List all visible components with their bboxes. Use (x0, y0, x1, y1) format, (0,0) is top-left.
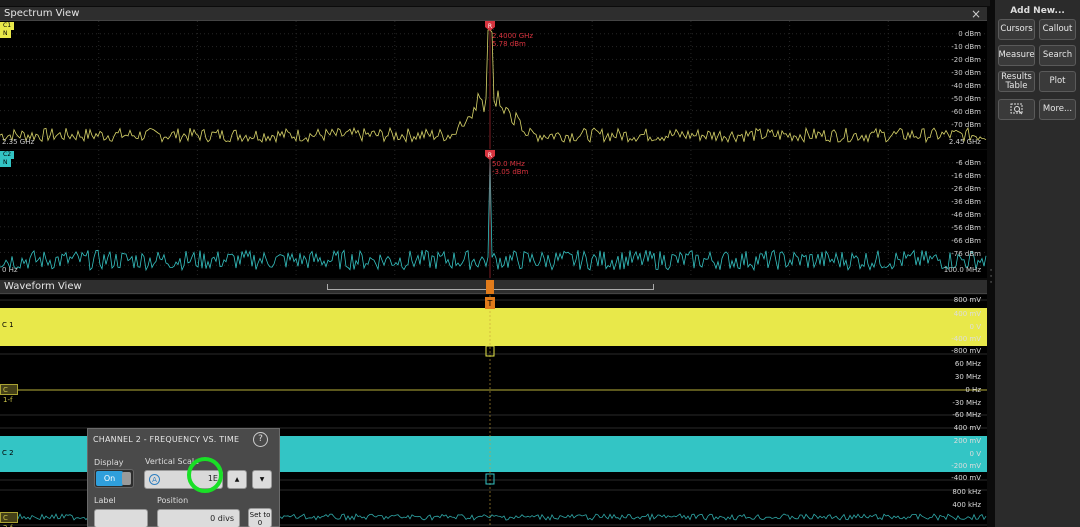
position-input[interactable]: 0 divs (157, 509, 240, 527)
add-new-sidebar: Add New... Cursors Callout Measure Searc… (995, 0, 1080, 527)
c1f-scale-0: 60 MHz (954, 360, 981, 368)
c1-scale-4: -800 mV (951, 347, 981, 355)
marker-freq-c1: 2.4000 GHz (492, 32, 534, 40)
waveform-view-header[interactable]: Waveform View (0, 280, 987, 294)
scale-c1-2: -20 dBm (951, 56, 981, 64)
c1f-scale-3: -30 MHz (952, 399, 981, 407)
c2-scale-1: 200 mV (953, 437, 981, 445)
dialog-title: CHANNEL 2 - FREQUENCY VS. TIME (93, 435, 240, 444)
marker-freq-c2: 50.0 MHz (492, 160, 525, 168)
scale-down-button[interactable]: ▼ (252, 470, 272, 489)
c1f-scale-2: 0 Hz (965, 386, 981, 394)
zoom-box-icon (1010, 103, 1022, 115)
spectrum-view-header[interactable]: Spectrum View × (0, 7, 987, 21)
scale-c2-0: -6 dBm (955, 159, 981, 167)
panel-splitter-handle[interactable]: · · · (988, 267, 994, 288)
scale-up-button[interactable]: ▲ (227, 470, 247, 489)
marker-letter: R (488, 23, 492, 30)
scale-c1-6: -60 dBm (951, 108, 981, 116)
channel2-config-dialog: CHANNEL 2 - FREQUENCY VS. TIME ? Display… (87, 428, 280, 527)
zoom-box-button[interactable] (998, 99, 1035, 120)
plot-button[interactable]: Plot (1039, 71, 1076, 92)
position-label: Position (157, 496, 189, 505)
channel-tag-c1-wave[interactable]: C 1 (0, 320, 23, 330)
scale-c2-3: -36 dBm (951, 198, 981, 206)
start-freq-c2: 0 Hz (2, 266, 18, 274)
scale-c1-5: -50 dBm (951, 95, 981, 103)
channel-tag-c2[interactable]: C2 (0, 151, 15, 159)
measure-button[interactable]: Measure (998, 45, 1035, 66)
scale-c1-1: -10 dBm (951, 43, 981, 51)
c1-scale-1: 400 mV (953, 310, 981, 318)
c2f-scale-0: 800 kHz (952, 488, 981, 496)
cursors-button[interactable]: Cursors (998, 19, 1035, 40)
channel-tag-c2-wave[interactable]: C 2 (0, 448, 23, 458)
sidebar-title: Add New... (1010, 6, 1065, 16)
marker-letter: R (488, 152, 492, 159)
scale-c2-5: -56 dBm (951, 224, 981, 232)
spectrum-plot-c2[interactable]: R C2 N 50.0 MHz -3.05 dBm -6 dBm -16 dBm… (0, 150, 987, 278)
c2-scale-0: 400 mV (953, 424, 981, 432)
marker-readout-c2: 50.0 MHz -3.05 dBm (492, 160, 528, 176)
spectrum-view-title: Spectrum View (4, 8, 80, 19)
c1f-scale-4: -60 MHz (952, 411, 981, 419)
c2-scale-3: -200 mV (951, 462, 981, 470)
stop-freq-c1: 2.45 GHz (948, 138, 981, 146)
toggle-knob (122, 472, 131, 485)
c2f-scale-1: 400 kHz (952, 501, 981, 509)
marker-readout-c1: 2.4000 GHz 5.78 dBm (492, 32, 533, 48)
trigger-letter: T (487, 299, 493, 308)
more-button[interactable]: More... (1039, 99, 1076, 120)
trigger-position-marker[interactable] (486, 280, 494, 294)
scale-c1-7: -70 dBm (951, 121, 981, 129)
scale-c1-0: 0 dBm (958, 30, 981, 38)
scale-c1-3: -30 dBm (951, 69, 981, 77)
c1-scale-3: -400 mV (951, 335, 981, 343)
close-icon[interactable]: × (971, 7, 981, 21)
c2-scale-2: 0 V (969, 450, 981, 458)
marker-level-c2: -3.05 dBm (492, 168, 529, 176)
touch-indicator (187, 457, 223, 493)
n-tag-c1: N (0, 30, 11, 38)
label-input[interactable] (94, 509, 148, 527)
position-value: 0 divs (210, 514, 234, 523)
start-freq-c1: 2.35 GHz (2, 138, 35, 146)
display-label: Display (94, 458, 124, 467)
stop-freq-c2: 100.0 MHz (943, 266, 981, 274)
display-toggle[interactable]: On (94, 469, 134, 488)
channel-tag-c1-freq[interactable]: C 1-f (0, 384, 18, 404)
waveform-view-title: Waveform View (4, 281, 82, 292)
scale-c2-1: -16 dBm (951, 172, 981, 180)
spectrum-plot-c1[interactable]: R C1 N 2.4000 GHz 5.78 dBm 0 dBm -10 dBm… (0, 21, 987, 149)
search-button[interactable]: Search (1039, 45, 1076, 66)
scale-c2-7: -76 dBm (951, 250, 981, 258)
scale-c2-4: -46 dBm (951, 211, 981, 219)
c1f-scale-1: 30 MHz (954, 373, 981, 381)
channel-tag-c2-freq[interactable]: C 2-f (0, 512, 18, 527)
scale-c2-2: -26 dBm (951, 185, 981, 193)
c1-waveform-band (0, 308, 987, 346)
callout-button[interactable]: Callout (1039, 19, 1076, 40)
auto-icon: A (149, 474, 160, 485)
results-table-button[interactable]: Results Table (998, 71, 1035, 92)
help-icon[interactable]: ? (253, 432, 268, 447)
marker-level-c1: 5.78 dBm (492, 40, 526, 48)
title-strip (0, 0, 990, 6)
scale-c1-4: -40 dBm (951, 82, 981, 90)
display-on-label: On (96, 471, 123, 486)
set-to-zero-button[interactable]: Set to 0 (248, 508, 272, 527)
c1-scale-2: 0 V (969, 323, 981, 331)
c1-scale-0: 800 mV (953, 296, 981, 304)
c2-scale-4: -400 mV (951, 474, 981, 482)
channel-tag-c1[interactable]: C1 (0, 22, 15, 30)
label-label: Label (94, 496, 116, 505)
n-tag-c2: N (0, 159, 11, 167)
scale-c2-6: -66 dBm (951, 237, 981, 245)
